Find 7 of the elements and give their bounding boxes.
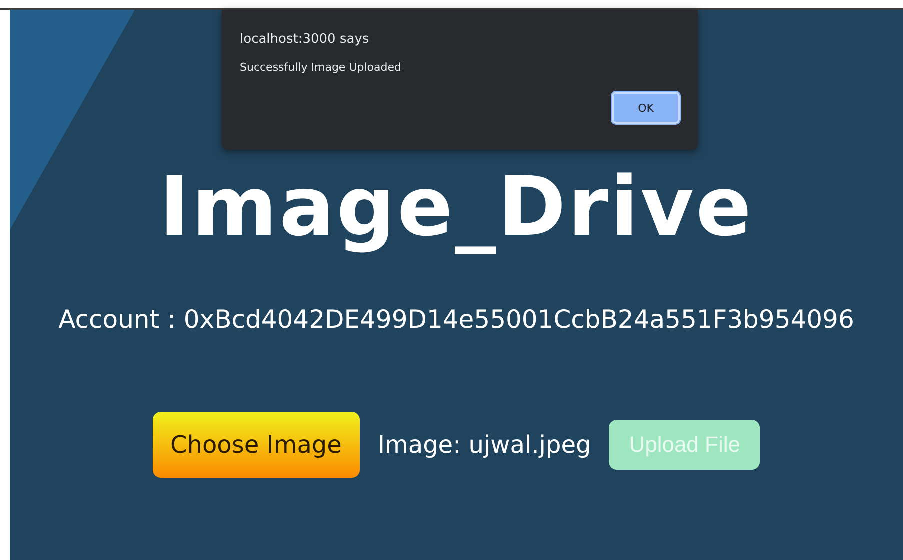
dialog-message: Successfully Image Uploaded (240, 61, 402, 74)
choose-image-button[interactable]: Choose Image (152, 412, 360, 478)
ok-button[interactable]: OK (612, 92, 680, 124)
file-name: Image: ujwal.jpeg (378, 431, 592, 459)
account-address: Account : 0xBcd4042DE499D14e55001CcbB24a551F3b954096 (58, 305, 854, 334)
app-title: Image_Drive (159, 160, 754, 255)
dialog-title: localhost:3000 says (240, 32, 370, 47)
